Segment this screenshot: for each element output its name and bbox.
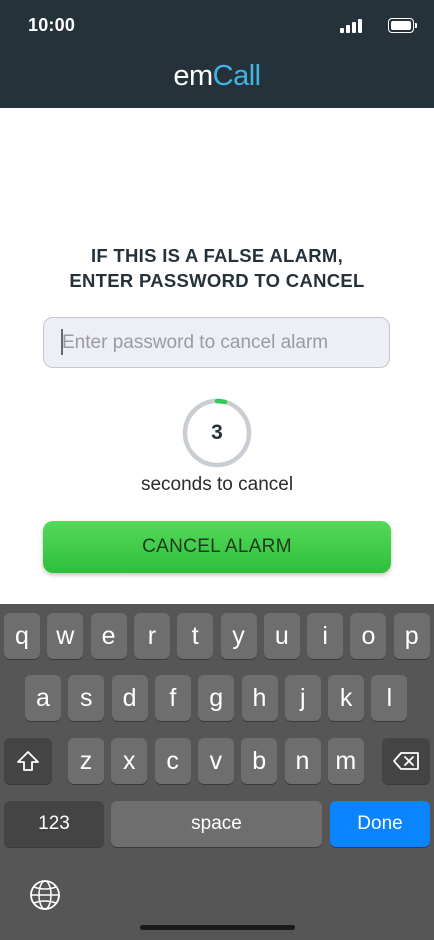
backspace-key[interactable] [382, 738, 430, 784]
key-a[interactable]: a [25, 675, 61, 721]
key-e[interactable]: e [90, 613, 127, 659]
signal-icon [340, 19, 362, 33]
key-i[interactable]: i [307, 613, 344, 659]
key-s[interactable]: s [68, 675, 105, 721]
space-key[interactable]: space [111, 801, 322, 847]
key-p[interactable]: p [393, 613, 430, 659]
key-o[interactable]: o [350, 613, 387, 659]
status-time: 10:00 [28, 15, 76, 35]
key-w[interactable]: w [47, 613, 84, 659]
key-q[interactable]: q [4, 613, 40, 659]
key-u[interactable]: u [263, 613, 300, 659]
key-g[interactable]: g [198, 675, 235, 721]
alarm-heading: IF THIS IS A FALSE ALARM, ENTER PASSWORD… [0, 243, 434, 293]
key-v[interactable]: v [197, 738, 234, 784]
key-f[interactable]: f [154, 675, 191, 721]
key-x[interactable]: x [111, 738, 148, 784]
brand-logo-part1: em [173, 60, 213, 92]
key-d[interactable]: d [111, 675, 148, 721]
shift-icon [17, 751, 39, 771]
shift-key[interactable] [4, 738, 52, 784]
backspace-icon [393, 752, 419, 770]
globe-icon[interactable] [28, 878, 62, 912]
key-j[interactable]: j [284, 675, 321, 721]
keyboard: qwertyuiop asdfghjkl zxcvbnm 123 space D… [0, 604, 434, 940]
key-z[interactable]: z [68, 738, 104, 784]
key-n[interactable]: n [284, 738, 321, 784]
key-l[interactable]: l [371, 675, 408, 721]
brand-logo: emCall [0, 60, 434, 93]
key-c[interactable]: c [154, 738, 191, 784]
countdown-value: 3 [211, 421, 223, 444]
key-h[interactable]: h [241, 675, 278, 721]
home-indicator [140, 925, 295, 930]
text-cursor [61, 329, 63, 355]
app-header: 10:00 emCall [0, 0, 434, 108]
password-input[interactable] [43, 317, 390, 368]
numbers-key[interactable]: 123 [4, 801, 104, 847]
battery-icon [388, 18, 417, 33]
alarm-heading-line2: ENTER PASSWORD TO CANCEL [69, 270, 365, 291]
key-t[interactable]: t [177, 613, 214, 659]
key-k[interactable]: k [328, 675, 365, 721]
countdown-label: seconds to cancel [140, 474, 294, 495]
done-key[interactable]: Done [330, 801, 430, 847]
key-m[interactable]: m [327, 738, 364, 784]
cancel-alarm-button[interactable]: CANCEL ALARM [43, 521, 391, 573]
key-r[interactable]: r [133, 613, 170, 659]
brand-logo-part2: Call [212, 60, 261, 92]
key-y[interactable]: y [220, 613, 257, 659]
key-b[interactable]: b [241, 738, 278, 784]
alarm-heading-line1: IF THIS IS A FALSE ALARM, [90, 245, 344, 266]
